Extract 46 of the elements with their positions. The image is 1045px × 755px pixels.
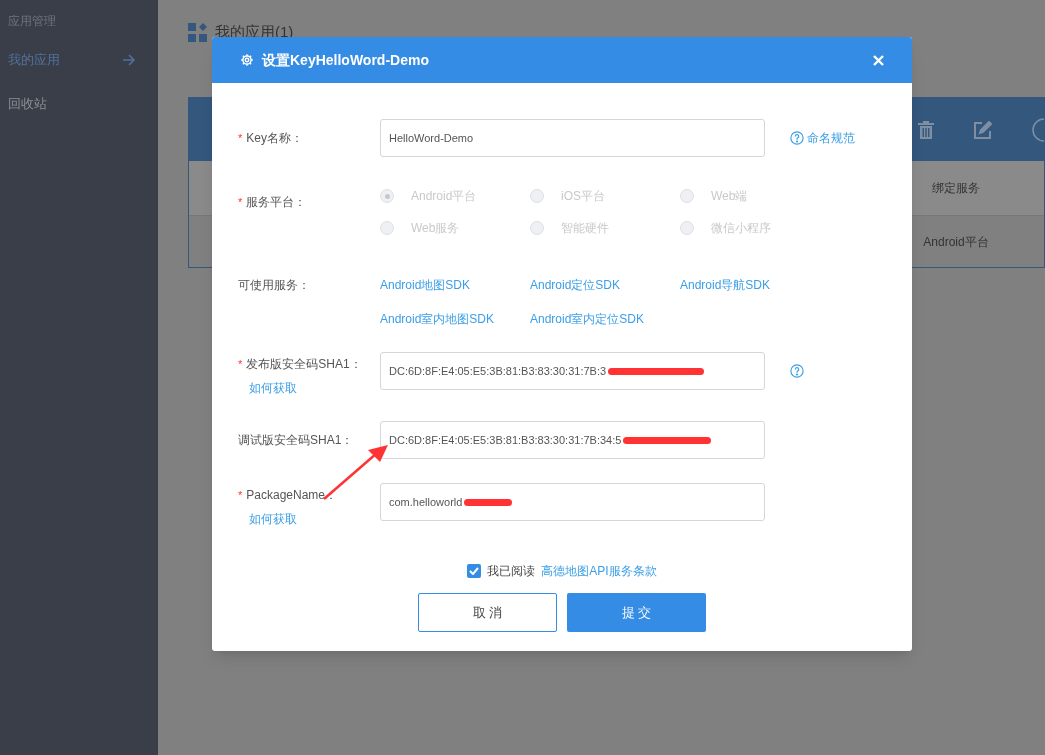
required-mark: * — [238, 356, 243, 372]
how-to-get-link[interactable]: 如何获取 — [238, 510, 380, 528]
required-mark: * — [238, 130, 243, 146]
field-label: PackageName： — [246, 487, 337, 504]
field-value: com.helloworld — [389, 494, 463, 510]
field-label: 可使用服务： — [238, 277, 310, 294]
field-value: DC:6D:8F:E4:05:E5:3B:81:B3:83:30:31:7B:34:5 — [389, 432, 622, 448]
field-label: 调试版安全码SHA1： — [238, 432, 354, 449]
sidebar-item[interactable]: 回收站 — [0, 82, 158, 126]
service-link[interactable]: Android室内地图SDK — [380, 310, 530, 328]
service-link[interactable]: Android导航SDK — [680, 276, 830, 294]
agreement-checkbox[interactable] — [467, 564, 482, 578]
cancel-button[interactable]: 取 消 — [418, 593, 557, 632]
sidebar-item[interactable]: 我的应用 — [0, 38, 158, 82]
naming-rules-link[interactable]: 命名规范 — [790, 129, 855, 147]
release-sha1-field[interactable]: DC:6D:8F:E4:05:E5:3B:81:B3:83:30:31:7B:3 — [380, 352, 765, 390]
how-to-get-link[interactable]: 如何获取 — [238, 379, 380, 397]
service-link[interactable]: Android地图SDK — [380, 276, 530, 294]
field-label: Key名称： — [246, 130, 303, 147]
package-name-field[interactable]: com.helloworld — [380, 483, 765, 521]
field-label: 服务平台： — [246, 194, 307, 211]
field-value: DC:6D:8F:E4:05:E5:3B:81:B3:83:30:31:7B:3 — [389, 363, 607, 379]
agreement-text: 我已阅读 — [487, 563, 536, 580]
trash-icon[interactable] — [918, 120, 934, 139]
help-icon[interactable] — [790, 364, 804, 378]
service-link[interactable]: Android定位SDK — [530, 276, 680, 294]
service-link[interactable]: Android室内定位SDK — [530, 310, 680, 328]
settings-icon — [240, 53, 254, 67]
arrow-right-icon — [122, 54, 136, 66]
submit-button[interactable]: 提 交 — [567, 593, 706, 632]
close-icon — [873, 54, 884, 66]
column-header: 绑定服务 — [931, 180, 981, 197]
field-label: 发布版安全码SHA1： — [246, 356, 362, 373]
required-mark: * — [238, 194, 243, 210]
redaction-mark — [464, 498, 513, 506]
grid-icon — [188, 22, 207, 42]
close-button[interactable] — [873, 54, 884, 66]
field-value: HelloWord-Demo — [389, 130, 474, 146]
edit-icon[interactable] — [974, 120, 992, 139]
debug-sha1-field[interactable]: DC:6D:8F:E4:05:E5:3B:81:B3:83:30:31:7B:34:5 — [380, 421, 765, 459]
required-mark: * — [238, 487, 243, 503]
key-name-field[interactable]: HelloWord-Demo — [380, 119, 765, 157]
terms-link[interactable]: 高德地图API服务条款 — [541, 562, 657, 580]
table-cell-text: Android平台 — [922, 233, 990, 251]
dialog-title: 设置KeyHelloWord-Demo — [262, 50, 430, 70]
help-icon[interactable] — [790, 131, 804, 145]
